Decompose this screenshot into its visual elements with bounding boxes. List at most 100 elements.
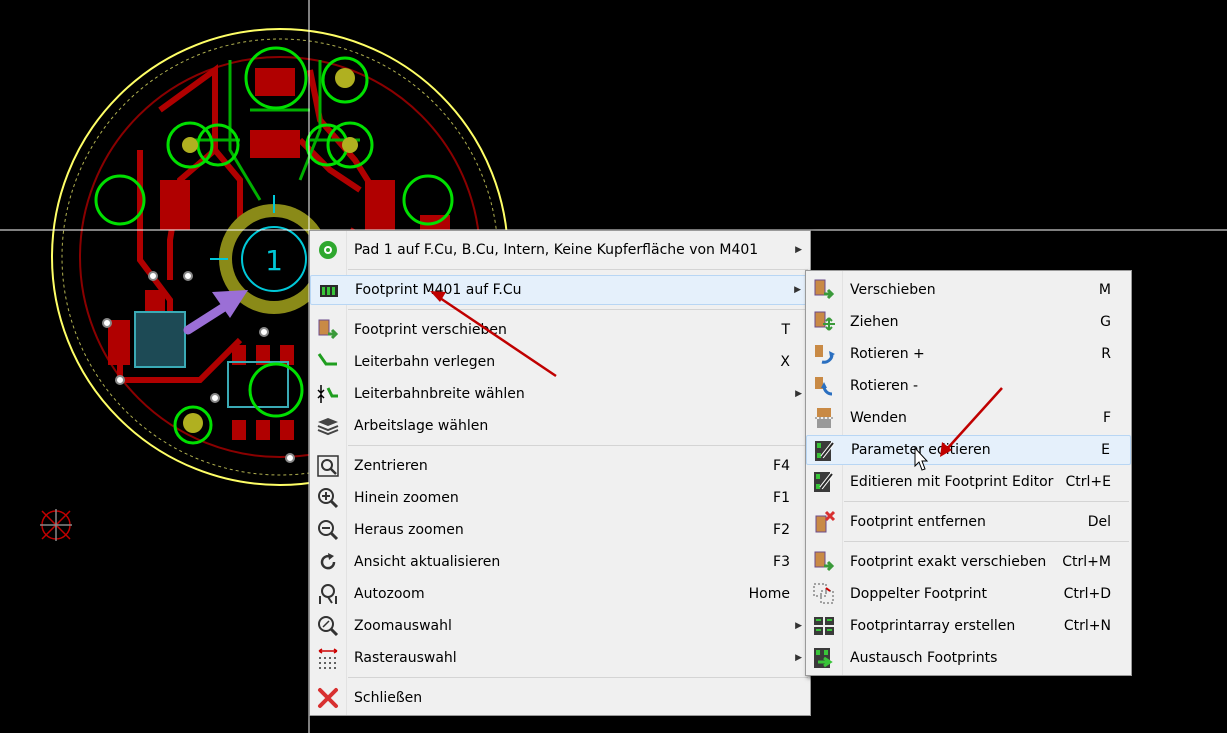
footprint-submenu: Verschieben M Ziehen G Rotieren + R Roti… bbox=[805, 270, 1132, 676]
delete-footprint-icon bbox=[815, 510, 836, 533]
submenu-item-move[interactable]: Verschieben M bbox=[806, 275, 1131, 305]
menu-item-label: Parameter editieren bbox=[851, 442, 991, 458]
menu-item-shortcut: F3 bbox=[773, 554, 790, 570]
submenu-arrow-icon: ▶ bbox=[795, 621, 802, 631]
menu-item-shortcut: T bbox=[781, 322, 790, 338]
menu-item-track-width[interactable]: Leiterbahnbreite wählen ▶ bbox=[310, 379, 810, 409]
menu-item-refresh[interactable]: Ansicht aktualisieren F3 bbox=[310, 547, 810, 577]
menu-item-label: Editieren mit Footprint Editor bbox=[850, 474, 1054, 490]
flip-icon bbox=[815, 408, 833, 428]
ic-footprint bbox=[134, 311, 186, 368]
menu-item-shortcut: Ctrl+N bbox=[1063, 618, 1111, 634]
menu-item-label: Footprint M401 auf F.Cu bbox=[355, 282, 522, 298]
menu-item-label: Zentrieren bbox=[354, 458, 428, 474]
exchange-icon bbox=[814, 648, 833, 668]
edit-params-icon bbox=[815, 441, 835, 461]
submenu-item-rotate-minus[interactable]: Rotieren - bbox=[806, 371, 1131, 401]
menu-item-shortcut: M bbox=[1098, 282, 1111, 298]
zoom-out-icon bbox=[318, 520, 339, 541]
menu-item-label: Verschieben bbox=[850, 282, 936, 298]
menu-item-label: Rotieren + bbox=[850, 346, 925, 362]
grid-icon bbox=[318, 648, 338, 669]
menu-item-label: Pad 1 auf F.Cu, B.Cu, Intern, Keine Kupf… bbox=[354, 242, 759, 258]
submenu-arrow-icon: ▶ bbox=[795, 245, 802, 255]
menu-item-label: Footprint exakt verschieben bbox=[850, 554, 1047, 570]
submenu-item-delete-footprint[interactable]: Footprint entfernen Del bbox=[806, 507, 1131, 537]
close-icon bbox=[318, 688, 338, 708]
menu-item-center[interactable]: Zentrieren F4 bbox=[310, 451, 810, 481]
move-exact-icon bbox=[814, 551, 835, 572]
drag-icon bbox=[814, 311, 835, 331]
zoom-in-icon bbox=[318, 488, 339, 509]
menu-item-label: Footprint entfernen bbox=[850, 514, 986, 530]
rotate-ccw-icon bbox=[815, 377, 833, 396]
menu-item-move-footprint[interactable]: Footprint verschieben T bbox=[310, 315, 810, 345]
menu-item-shortcut: Del bbox=[1087, 514, 1111, 530]
menu-item-label: Autozoom bbox=[354, 586, 425, 602]
route-track-icon bbox=[317, 353, 337, 366]
refresh-icon bbox=[320, 553, 336, 570]
context-menu: Pad 1 auf F.Cu, B.Cu, Intern, Keine Kupf… bbox=[309, 230, 811, 716]
center-icon bbox=[317, 455, 339, 477]
menu-item-zoom-in[interactable]: Hinein zoomen F1 bbox=[310, 483, 810, 513]
menu-item-shortcut: Ctrl+M bbox=[1062, 554, 1111, 570]
menu-item-grid[interactable]: Rasterauswahl ▶ bbox=[310, 643, 810, 673]
menu-item-shortcut: Home bbox=[748, 586, 790, 602]
menu-item-label: Heraus zoomen bbox=[354, 522, 464, 538]
menu-item-route-track[interactable]: Leiterbahn verlegen X bbox=[310, 347, 810, 377]
menu-item-zoom-select[interactable]: Zoomauswahl ▶ bbox=[310, 611, 810, 641]
menu-item-zoom-out[interactable]: Heraus zoomen F2 bbox=[310, 515, 810, 545]
move-footprint-icon bbox=[318, 319, 339, 340]
submenu-item-edit-params[interactable]: Parameter editieren E bbox=[806, 435, 1131, 465]
menu-item-label: Ziehen bbox=[850, 314, 899, 330]
submenu-item-footprint-editor[interactable]: Editieren mit Footprint Editor Ctrl+E bbox=[806, 467, 1131, 497]
menu-item-label: Leiterbahn verlegen bbox=[354, 354, 496, 370]
menu-item-shortcut: F4 bbox=[773, 458, 790, 474]
menu-item-label: Footprintarray erstellen bbox=[850, 618, 1016, 634]
menu-item-label: Ansicht aktualisieren bbox=[354, 554, 501, 570]
menu-item-label: Leiterbahnbreite wählen bbox=[354, 386, 525, 402]
menu-item-close[interactable]: Schließen bbox=[310, 683, 810, 713]
menu-item-label: Hinein zoomen bbox=[354, 490, 459, 506]
menu-item-shortcut: Ctrl+D bbox=[1063, 586, 1111, 602]
menu-item-label: Austausch Footprints bbox=[850, 650, 998, 666]
submenu-item-move-exact[interactable]: Footprint exakt verschieben Ctrl+M bbox=[806, 547, 1131, 577]
menu-item-shortcut: R bbox=[1101, 346, 1111, 362]
move-icon bbox=[814, 279, 835, 300]
menu-item-label: Zoomauswahl bbox=[354, 618, 452, 634]
menu-item-autozoom[interactable]: Autozoom Home bbox=[310, 579, 810, 609]
submenu-arrow-icon: ▶ bbox=[795, 653, 802, 663]
menu-item-shortcut: F2 bbox=[773, 522, 790, 538]
menu-item-shortcut: E bbox=[1101, 442, 1110, 458]
submenu-item-flip[interactable]: Wenden F bbox=[806, 403, 1131, 433]
footprint-editor-icon bbox=[814, 472, 834, 492]
menu-item-shortcut: X bbox=[780, 354, 790, 370]
submenu-item-drag[interactable]: Ziehen G bbox=[806, 307, 1131, 337]
submenu-item-exchange[interactable]: Austausch Footprints bbox=[806, 643, 1131, 673]
menu-item-shortcut: F bbox=[1102, 410, 1111, 426]
submenu-item-duplicate[interactable]: Doppelter Footprint Ctrl+D bbox=[806, 579, 1131, 609]
menu-item-shortcut: F1 bbox=[773, 490, 790, 506]
pad-icon bbox=[319, 241, 337, 259]
menu-item-label: Schließen bbox=[354, 690, 423, 706]
rotate-cw-icon bbox=[815, 345, 835, 364]
menu-item-label: Doppelter Footprint bbox=[850, 586, 987, 602]
array-icon bbox=[814, 617, 834, 635]
submenu-item-array[interactable]: Footprintarray erstellen Ctrl+N bbox=[806, 611, 1131, 641]
menu-item-shortcut: Ctrl+E bbox=[1065, 474, 1112, 490]
menu-item-label: Rotieren - bbox=[850, 378, 919, 394]
menu-item-layers[interactable]: Arbeitslage wählen bbox=[310, 411, 810, 441]
menu-item-pad[interactable]: Pad 1 auf F.Cu, B.Cu, Intern, Keine Kupf… bbox=[310, 235, 810, 265]
menu-item-label: Arbeitslage wählen bbox=[354, 418, 489, 434]
zoom-select-icon bbox=[318, 616, 339, 637]
menu-item-label: Wenden bbox=[850, 410, 907, 426]
footprint-icon bbox=[320, 285, 338, 297]
menu-item-footprint[interactable]: Footprint M401 auf F.Cu ▶ bbox=[310, 275, 810, 305]
submenu-item-rotate-plus[interactable]: Rotieren + R bbox=[806, 339, 1131, 369]
origin-marker-icon bbox=[40, 509, 72, 541]
layers-icon bbox=[317, 418, 339, 436]
submenu-arrow-icon: ▶ bbox=[795, 389, 802, 399]
menu-item-label: Footprint verschieben bbox=[354, 322, 507, 338]
pad-number: 1 bbox=[265, 244, 283, 277]
duplicate-icon bbox=[813, 583, 834, 604]
